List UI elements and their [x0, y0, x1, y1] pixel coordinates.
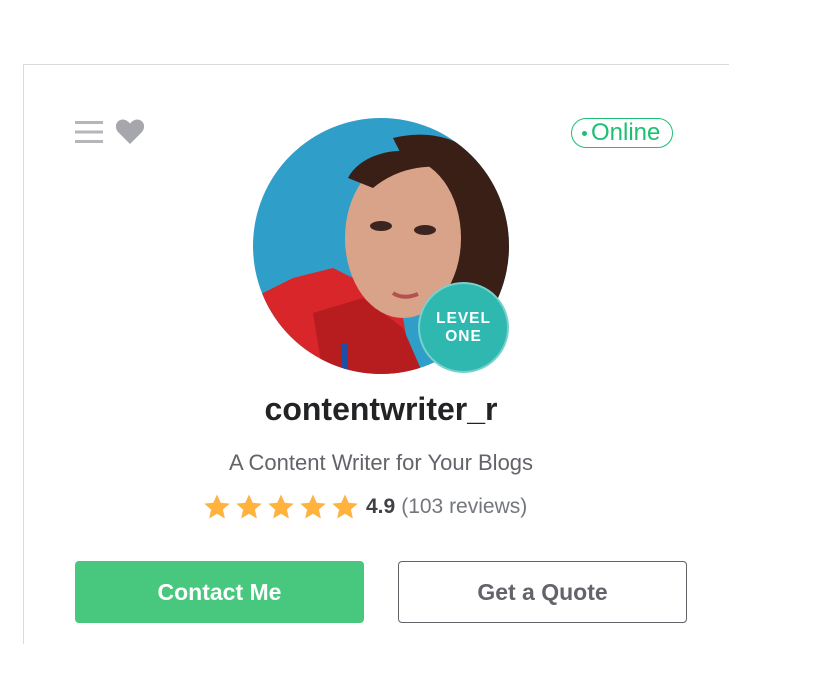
- star-icon: [300, 494, 326, 519]
- online-status-badge: Online: [571, 118, 674, 148]
- tagline: A Content Writer for Your Blogs: [228, 450, 534, 475]
- level-line-1: LEVEL: [436, 309, 491, 327]
- online-dot-icon: [582, 130, 587, 136]
- seller-level-badge: LEVEL ONE: [418, 282, 509, 373]
- heart-icon[interactable]: [115, 117, 145, 147]
- get-a-quote-button[interactable]: Get a Quote: [398, 561, 687, 623]
- review-count[interactable]: (103 reviews): [401, 495, 527, 519]
- star-rating: [203, 493, 359, 521]
- level-line-2: ONE: [445, 327, 482, 345]
- card-top-border: [23, 64, 729, 65]
- contact-me-button[interactable]: Contact Me: [75, 561, 364, 623]
- online-status-label: Online: [591, 119, 661, 146]
- username[interactable]: contentwriter_r: [0, 391, 762, 428]
- star-icon: [268, 494, 294, 519]
- hamburger-menu-icon[interactable]: [75, 118, 103, 146]
- card-left-border: [23, 64, 24, 644]
- star-icon: [332, 494, 358, 519]
- star-icon: [236, 494, 262, 519]
- rating: 4.9 (103 reviews): [203, 490, 527, 524]
- star-icon: [204, 494, 230, 519]
- rating-score: 4.9: [366, 495, 396, 518]
